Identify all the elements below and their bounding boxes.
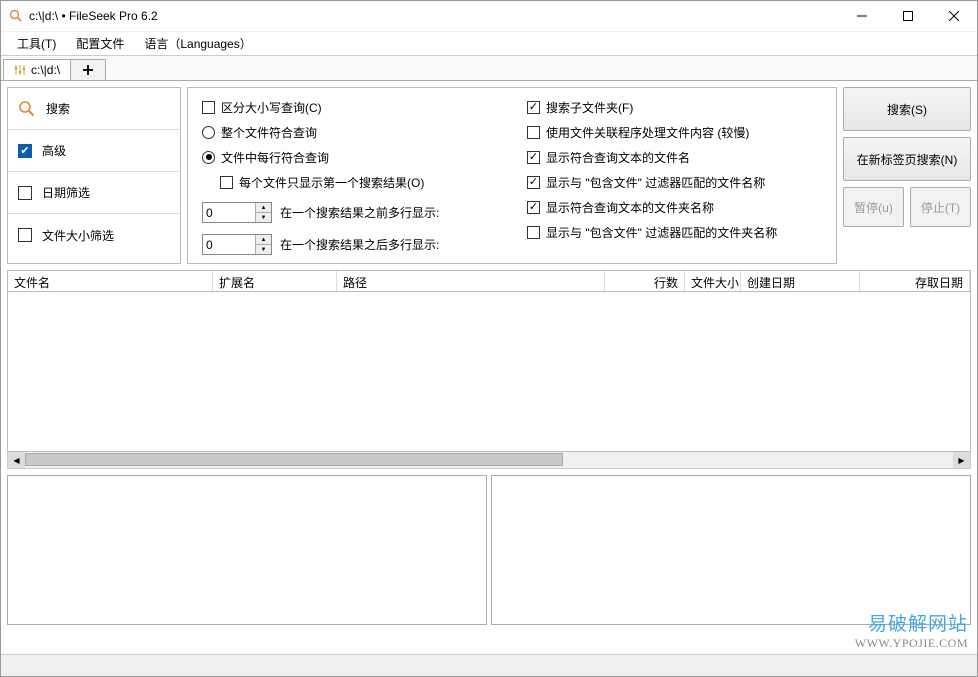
nav-label: 日期筛选 [42, 184, 90, 201]
preview-panel-left[interactable] [7, 475, 487, 625]
checkbox-match-file-text[interactable] [527, 151, 540, 164]
chevron-down-icon[interactable]: ▼ [256, 245, 271, 254]
scroll-left-icon[interactable]: ◀ [8, 452, 25, 468]
checkbox-checked-icon: ✔ [18, 144, 32, 158]
sliders-icon [14, 64, 26, 76]
pause-button[interactable]: 暂停(u) [843, 187, 904, 227]
checkbox-empty-icon [18, 186, 32, 200]
maximize-button[interactable] [885, 1, 931, 31]
results-list[interactable] [7, 292, 971, 452]
window-title: c:\|d:\ • FileSeek Pro 6.2 [29, 9, 158, 23]
nav-label: 高级 [42, 142, 66, 159]
checkbox-subfolders[interactable] [527, 101, 540, 114]
spinner-input-before[interactable] [203, 203, 255, 222]
nav-label: 搜索 [46, 100, 70, 117]
col-size[interactable]: 文件大小 [685, 271, 741, 291]
checkbox-first-only[interactable] [220, 176, 233, 189]
magnifier-icon [18, 100, 36, 118]
chevron-down-icon[interactable]: ▼ [256, 213, 271, 222]
spinner-lines-after[interactable]: ▲▼ [202, 234, 272, 255]
minimize-button[interactable] [839, 1, 885, 31]
chevron-up-icon[interactable]: ▲ [256, 235, 271, 245]
stop-button[interactable]: 停止(T) [910, 187, 971, 227]
checkbox-include-filter-folder[interactable] [527, 226, 540, 239]
label-include-filter-folder: 显示与 "包含文件" 过滤器匹配的文件夹名称 [546, 224, 777, 241]
chevron-up-icon[interactable]: ▲ [256, 203, 271, 213]
label-match-folder-text: 显示符合查询文本的文件夹名称 [546, 199, 714, 216]
menu-tools[interactable]: 工具(T) [9, 33, 64, 54]
tab-search-1[interactable]: c:\|d:\ [3, 59, 71, 80]
horizontal-scrollbar[interactable]: ◀ ▶ [7, 452, 971, 469]
spinner-input-after[interactable] [203, 235, 255, 254]
radio-per-line[interactable] [202, 151, 215, 164]
preview-panel-right[interactable] [491, 475, 971, 625]
checkbox-empty-icon [18, 228, 32, 242]
col-ext[interactable]: 扩展名 [213, 271, 337, 291]
scroll-right-icon[interactable]: ▶ [953, 452, 970, 468]
tab-label: c:\|d:\ [31, 63, 60, 77]
scrollbar-track[interactable] [25, 452, 953, 468]
label-lines-before: 在一个搜索结果之前多行显示: [280, 204, 439, 221]
plus-icon [82, 64, 94, 76]
spinner-lines-before[interactable]: ▲▼ [202, 202, 272, 223]
tab-strip: c:\|d:\ [1, 55, 977, 81]
col-lines[interactable]: 行数 [605, 271, 685, 291]
label-case-sensitive: 区分大小写查询(C) [221, 99, 322, 116]
title-bar: c:\|d:\ • FileSeek Pro 6.2 [1, 1, 977, 32]
new-tab-button[interactable] [70, 59, 106, 80]
label-per-line: 文件中每行符合查询 [221, 149, 329, 166]
nav-date-filter[interactable]: 日期筛选 [8, 172, 180, 214]
col-created[interactable]: 创建日期 [741, 271, 860, 291]
checkbox-case-sensitive[interactable] [202, 101, 215, 114]
scrollbar-thumb[interactable] [25, 453, 563, 466]
nav-size-filter[interactable]: 文件大小筛选 [8, 214, 180, 256]
close-button[interactable] [931, 1, 977, 31]
nav-advanced[interactable]: ✔ 高级 [8, 130, 180, 172]
search-new-tab-button[interactable]: 在新标签页搜索(N) [843, 137, 971, 181]
advanced-options-panel: 区分大小写查询(C) 整个文件符合查询 文件中每行符合查询 每个文件只显示第一个… [187, 87, 837, 264]
label-whole-file: 整个文件符合查询 [221, 124, 317, 141]
label-subfolders: 搜索子文件夹(F) [546, 99, 633, 116]
label-include-filter-file: 显示与 "包含文件" 过滤器匹配的文件名称 [546, 174, 765, 191]
checkbox-match-folder-text[interactable] [527, 201, 540, 214]
label-file-handlers: 使用文件关联程序处理文件内容 (较慢) [546, 124, 749, 141]
search-button[interactable]: 搜索(S) [843, 87, 971, 131]
radio-whole-file[interactable] [202, 126, 215, 139]
nav-label: 文件大小筛选 [42, 227, 114, 244]
checkbox-file-handlers[interactable] [527, 126, 540, 139]
label-match-file-text: 显示符合查询文本的文件名 [546, 149, 690, 166]
menu-language[interactable]: 语言（Languages） [136, 33, 259, 54]
label-lines-after: 在一个搜索结果之后多行显示: [280, 236, 439, 253]
results-header: 文件名 扩展名 路径 行数 文件大小 创建日期 存取日期 [7, 270, 971, 292]
nav-search[interactable]: 搜索 [8, 88, 180, 130]
checkbox-include-filter-file[interactable] [527, 176, 540, 189]
label-first-only: 每个文件只显示第一个搜索结果(O) [239, 174, 424, 191]
menu-bar: 工具(T) 配置文件 语言（Languages） [1, 32, 977, 55]
col-path[interactable]: 路径 [337, 271, 605, 291]
menu-config[interactable]: 配置文件 [68, 33, 132, 54]
col-filename[interactable]: 文件名 [8, 271, 213, 291]
status-bar [1, 654, 977, 676]
col-accessed[interactable]: 存取日期 [860, 271, 970, 291]
spinner-buttons[interactable]: ▲▼ [255, 235, 271, 254]
app-icon [9, 9, 23, 23]
action-column: 搜索(S) 在新标签页搜索(N) 暂停(u) 停止(T) [843, 87, 971, 264]
nav-tabs: 搜索 ✔ 高级 日期筛选 文件大小筛选 [7, 87, 181, 264]
spinner-buttons[interactable]: ▲▼ [255, 203, 271, 222]
